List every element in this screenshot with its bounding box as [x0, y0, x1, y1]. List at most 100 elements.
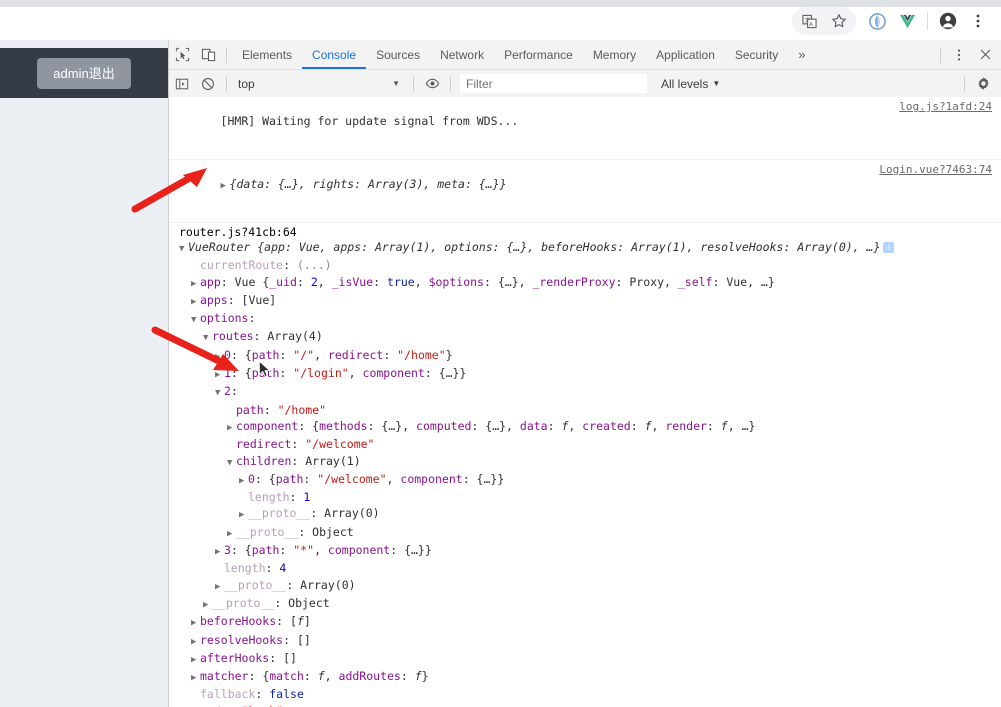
- object-tree-row[interactable]: beforeHooks: [f]: [179, 613, 994, 631]
- tabbar-right-divider: [940, 46, 941, 63]
- tab-elements[interactable]: Elements: [232, 41, 302, 69]
- execution-context-select[interactable]: top ▼: [232, 77, 408, 91]
- expand-triangle-icon[interactable]: [221, 181, 230, 191]
- object-tree-lines: VueRouter {app: Vue, apps: Array(1), opt…: [179, 239, 994, 707]
- device-toolbar-icon[interactable]: [195, 42, 221, 68]
- expand-triangle-icon[interactable]: [191, 634, 200, 650]
- object-tree-row[interactable]: length: 4: [179, 560, 994, 576]
- object-tree-row[interactable]: length: 1: [179, 489, 994, 505]
- expand-triangle-icon[interactable]: [191, 294, 200, 310]
- filterbar-divider-1: [226, 75, 227, 92]
- extension-blue-icon[interactable]: [862, 7, 892, 35]
- console-message-text: [HMR] Waiting for update signal from WDS…: [220, 114, 519, 128]
- browser-toolbar: 文A: [0, 0, 1001, 40]
- translate-icon[interactable]: 文A: [794, 7, 824, 35]
- tabbar-divider: [226, 46, 227, 63]
- object-tree-row[interactable]: __proto__: Object: [179, 595, 994, 613]
- object-tree-row[interactable]: options:: [179, 310, 994, 328]
- object-tree-row[interactable]: 1: {path: "/login", component: {…}}: [179, 365, 994, 383]
- object-tree-row[interactable]: component: {methods: {…}, computed: {…},…: [179, 418, 994, 436]
- expand-triangle-icon[interactable]: [215, 349, 224, 365]
- object-tree-row[interactable]: resolveHooks: []: [179, 632, 994, 650]
- object-tree-row[interactable]: 3: {path: "*", component: {…}}: [179, 542, 994, 560]
- expand-triangle-icon[interactable]: [191, 670, 200, 686]
- tab-sources[interactable]: Sources: [366, 41, 430, 69]
- object-tree-row[interactable]: afterHooks: []: [179, 650, 994, 668]
- kebab-menu-icon[interactable]: [946, 42, 972, 68]
- object-tree-row[interactable]: fallback: false: [179, 686, 994, 702]
- expand-triangle-icon[interactable]: [191, 276, 200, 292]
- object-tree-row[interactable]: __proto__: Array(0): [179, 577, 994, 595]
- tab-performance[interactable]: Performance: [494, 41, 583, 69]
- chrome-menu-icon[interactable]: [963, 7, 993, 35]
- console-sidebar-icon[interactable]: [169, 71, 195, 97]
- browser-toolbar-icons: 文A: [792, 6, 993, 36]
- tab-memory[interactable]: Memory: [583, 41, 646, 69]
- tab-network[interactable]: Network: [430, 41, 494, 69]
- devtools-panel: Elements Console Sources Network Perform…: [131, 40, 1001, 707]
- log-levels-select[interactable]: All levels ▼: [661, 77, 720, 91]
- clear-console-icon[interactable]: [195, 71, 221, 97]
- tab-console[interactable]: Console: [302, 41, 366, 69]
- console-filterbar: top ▼ All levels ▼: [169, 70, 1001, 98]
- close-icon[interactable]: [972, 42, 998, 68]
- vue-devtools-icon[interactable]: [892, 7, 922, 35]
- console-output[interactable]: [HMR] Waiting for update signal from WDS…: [169, 97, 1001, 707]
- console-source-link[interactable]: log.js?1afd:24: [899, 100, 992, 113]
- tabbar-right-group: [935, 42, 1001, 68]
- object-tree-row[interactable]: 2:: [179, 383, 994, 401]
- chevron-down-icon: ▼: [392, 79, 400, 88]
- expand-triangle-icon[interactable]: [215, 367, 224, 383]
- object-tree-row[interactable]: 0: {path: "/welcome", component: {…}}: [179, 471, 994, 489]
- object-tree-row[interactable]: redirect: "/welcome": [179, 436, 994, 452]
- filterbar-right-group: [959, 71, 1001, 97]
- tab-security[interactable]: Security: [725, 41, 788, 69]
- console-message[interactable]: [HMR] Waiting for update signal from WDS…: [169, 97, 1001, 160]
- inspect-element-icon[interactable]: [169, 42, 195, 68]
- console-source-link[interactable]: Login.vue?7463:74: [879, 163, 992, 176]
- expand-triangle-icon[interactable]: [203, 597, 212, 613]
- expand-triangle-icon[interactable]: [227, 455, 236, 471]
- object-tree-row[interactable]: app: Vue {_uid: 2, _isVue: true, $option…: [179, 274, 994, 292]
- live-expression-icon[interactable]: [419, 71, 445, 97]
- object-tree-row[interactable]: apps: [Vue]: [179, 292, 994, 310]
- expand-triangle-icon[interactable]: [239, 473, 248, 489]
- object-tree-row[interactable]: 0: {path: "/", redirect: "/home"}: [179, 347, 994, 365]
- object-tree-row[interactable]: __proto__: Object: [179, 524, 994, 542]
- omnibox-actions: 文A: [792, 7, 856, 35]
- object-tree-row[interactable]: __proto__: Array(0): [179, 505, 994, 523]
- expand-triangle-icon[interactable]: [239, 507, 248, 523]
- toolbar-divider: [927, 12, 928, 30]
- expand-triangle-icon[interactable]: [215, 544, 224, 560]
- expand-triangle-icon[interactable]: [227, 526, 236, 542]
- filter-input[interactable]: [460, 74, 647, 93]
- more-tabs-button[interactable]: »: [788, 47, 815, 62]
- tab-application[interactable]: Application: [646, 41, 725, 69]
- expand-triangle-icon[interactable]: [227, 420, 236, 436]
- object-tree-row[interactable]: routes: Array(4): [179, 328, 994, 346]
- filterbar-divider-3: [450, 75, 451, 92]
- expand-triangle-icon[interactable]: [191, 652, 200, 668]
- object-tree-row[interactable]: mode: "hash": [179, 703, 994, 707]
- object-tree-row[interactable]: VueRouter {app: Vue, apps: Array(1), opt…: [179, 239, 994, 257]
- logout-button[interactable]: admin退出: [37, 57, 131, 89]
- expand-triangle-icon[interactable]: [203, 330, 212, 346]
- expand-triangle-icon[interactable]: [215, 579, 224, 595]
- web-page-area: admin退出: [0, 40, 169, 707]
- object-tree-row[interactable]: matcher: {match: f, addRoutes: f}: [179, 668, 994, 686]
- expand-triangle-icon[interactable]: [191, 615, 200, 631]
- object-tree-row[interactable]: path: "/home": [179, 402, 994, 418]
- console-message[interactable]: {data: {…}, rights: Array(3), meta: {…}}…: [169, 160, 1001, 223]
- console-message-text: {data: {…}, rights: Array(3), meta: {…}}: [229, 177, 507, 191]
- profile-icon[interactable]: [933, 7, 963, 35]
- object-tree-row[interactable]: children: Array(1): [179, 453, 994, 471]
- bookmark-star-icon[interactable]: [824, 7, 854, 35]
- object-tree-row[interactable]: currentRoute: (...): [179, 257, 994, 273]
- console-object-tree[interactable]: router.js?41cb:64 VueRouter {app: Vue, a…: [169, 223, 1001, 707]
- expand-triangle-icon[interactable]: [191, 312, 200, 328]
- gear-icon[interactable]: [970, 71, 996, 97]
- filterbar-divider-4: [964, 75, 965, 92]
- expand-triangle-icon[interactable]: [179, 241, 188, 257]
- console-source-link[interactable]: router.js?41cb:64: [179, 225, 297, 239]
- expand-triangle-icon[interactable]: [215, 385, 224, 401]
